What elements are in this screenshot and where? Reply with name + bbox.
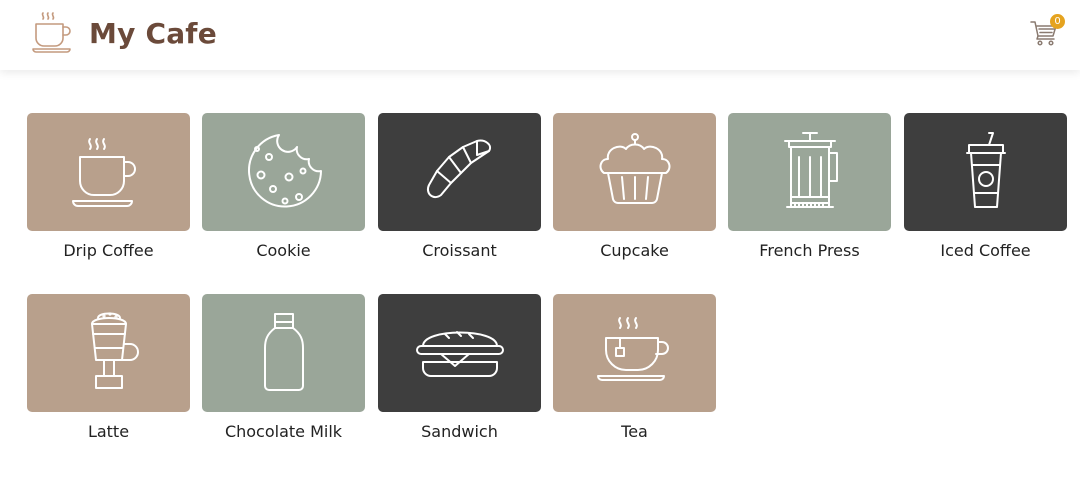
menu-tile[interactable]: [378, 113, 541, 231]
menu-item-chocolate-milk[interactable]: Chocolate Milk: [202, 294, 365, 444]
menu-item-iced-coffee[interactable]: Iced Coffee: [904, 113, 1067, 263]
coffee-logo-icon: [31, 11, 73, 55]
menu-tile[interactable]: [728, 113, 891, 231]
menu-tile[interactable]: [553, 113, 716, 231]
menu-item-label: French Press: [759, 241, 860, 260]
cupcake-icon: [599, 133, 670, 204]
app-header: My Cafe 0: [0, 0, 1080, 70]
menu-item-label: Chocolate Milk: [224, 422, 343, 441]
menu-tile[interactable]: [553, 294, 716, 412]
menu-item-label: Iced Coffee: [940, 241, 1031, 260]
menu-item-label: Croissant: [422, 241, 497, 260]
menu-tile[interactable]: [27, 113, 190, 231]
french-press-icon: [783, 132, 838, 208]
menu-tile[interactable]: [202, 294, 365, 412]
latte-glass-icon: [90, 312, 139, 389]
menu-item-label: Cookie: [256, 241, 311, 260]
coffee-cup-icon: [71, 138, 136, 207]
menu-item-french-press[interactable]: French Press: [728, 113, 891, 263]
menu-item-sandwich[interactable]: Sandwich: [378, 294, 541, 444]
croissant-icon: [426, 139, 491, 199]
menu-item-croissant[interactable]: Croissant: [378, 113, 541, 263]
menu-item-drip-coffee[interactable]: Drip Coffee: [27, 113, 190, 263]
cart-count-badge: 0: [1050, 14, 1065, 29]
menu-item-cupcake[interactable]: Cupcake: [553, 113, 716, 263]
menu-item-label: Sandwich: [421, 422, 498, 441]
menu-item-tea[interactable]: Tea: [553, 294, 716, 444]
menu-item-label: Tea: [621, 422, 648, 441]
milk-bottle-icon: [263, 313, 304, 391]
menu-item-label: Cupcake: [600, 241, 669, 260]
menu-tile[interactable]: [27, 294, 190, 412]
menu-item-label: Drip Coffee: [63, 241, 154, 260]
menu-tile[interactable]: [904, 113, 1067, 231]
menu-item-latte[interactable]: Latte: [27, 294, 190, 444]
cart-button[interactable]: 0: [1028, 13, 1068, 49]
app-title: My Cafe: [89, 17, 217, 50]
sandwich-icon: [415, 331, 504, 377]
menu-tile[interactable]: [202, 113, 365, 231]
iced-coffee-icon: [965, 132, 1006, 208]
menu-tile[interactable]: [378, 294, 541, 412]
menu-item-label: Latte: [87, 422, 130, 441]
tea-cup-icon: [596, 317, 669, 381]
menu-item-cookie[interactable]: Cookie: [202, 113, 365, 263]
cookie-icon: [247, 134, 322, 208]
